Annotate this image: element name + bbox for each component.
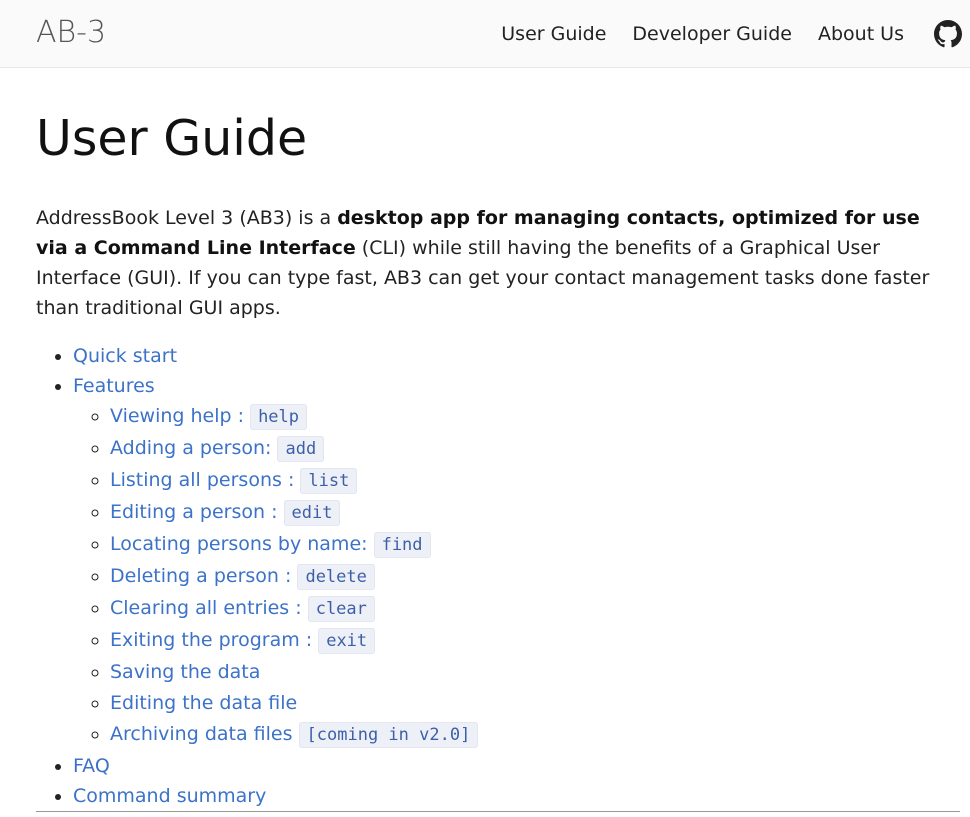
toc-link-deleting-person[interactable]: Deleting a person : delete	[110, 564, 375, 590]
toc-subitem: Viewing help : help	[110, 401, 934, 433]
features-sublist: Viewing help : help Adding a person: add…	[73, 401, 934, 751]
main-content: User Guide AddressBook Level 3 (AB3) is …	[0, 108, 970, 811]
toc-subitem: Archiving data files [coming in v2.0]	[110, 719, 934, 751]
toc-item: Quick start	[73, 341, 934, 371]
nav-links: User Guide Developer Guide About Us	[475, 20, 962, 48]
toc-item: FAQ	[73, 751, 934, 781]
toc-link-saving-data[interactable]: Saving the data	[110, 661, 260, 683]
toc-subitem: Locating persons by name: find	[110, 529, 934, 561]
toc-subitem: Exiting the program : exit	[110, 625, 934, 657]
toc-item: Command summary	[73, 781, 934, 811]
toc-link-editing-person[interactable]: Editing a person : edit	[110, 500, 341, 526]
nav-link-developer-guide[interactable]: Developer Guide	[632, 23, 792, 45]
intro-text-1: AddressBook Level 3 (AB3) is a	[36, 207, 338, 229]
page-title: User Guide	[36, 110, 308, 167]
toc-subitem: Adding a person: add	[110, 433, 934, 465]
toc-link-faq[interactable]: FAQ	[73, 755, 110, 777]
toc-subitem: Clearing all entries : clear	[110, 593, 934, 625]
table-of-contents: Quick start Features Viewing help : help…	[36, 341, 934, 811]
intro-paragraph: AddressBook Level 3 (AB3) is a desktop a…	[36, 203, 951, 323]
nav-link-about-us[interactable]: About Us	[818, 23, 904, 45]
toc-link-command-summary[interactable]: Command summary	[73, 785, 266, 807]
toc-link-viewing-help[interactable]: Viewing help : help	[110, 404, 308, 430]
top-navbar: AB-3 User Guide Developer Guide About Us	[0, 0, 970, 68]
toc-link-archiving-data[interactable]: Archiving data files [coming in v2.0]	[110, 722, 479, 748]
toc-link-features[interactable]: Features	[73, 375, 155, 397]
toc-link-clearing-entries[interactable]: Clearing all entries : clear	[110, 596, 375, 622]
toc-link-locating-persons[interactable]: Locating persons by name: find	[110, 532, 431, 558]
toc-subitem: Saving the data	[110, 657, 934, 688]
toc-subitem: Deleting a person : delete	[110, 561, 934, 593]
toc-link-editing-data-file[interactable]: Editing the data file	[110, 692, 297, 714]
toc-subitem: Editing a person : edit	[110, 497, 934, 529]
toc-subitem: Listing all persons : list	[110, 465, 934, 497]
nav-link-user-guide[interactable]: User Guide	[501, 23, 606, 45]
toc-link-quick-start[interactable]: Quick start	[73, 345, 177, 367]
toc-link-adding-person[interactable]: Adding a person: add	[110, 436, 325, 462]
toc-item: Features Viewing help : help Adding a pe…	[73, 371, 934, 751]
github-icon[interactable]	[934, 20, 962, 48]
section-divider	[36, 811, 960, 812]
toc-link-listing-persons[interactable]: Listing all persons : list	[110, 468, 358, 494]
toc-link-exiting-program[interactable]: Exiting the program : exit	[110, 628, 376, 654]
toc-subitem: Editing the data file	[110, 688, 934, 719]
brand-logo[interactable]: AB-3	[36, 15, 106, 50]
